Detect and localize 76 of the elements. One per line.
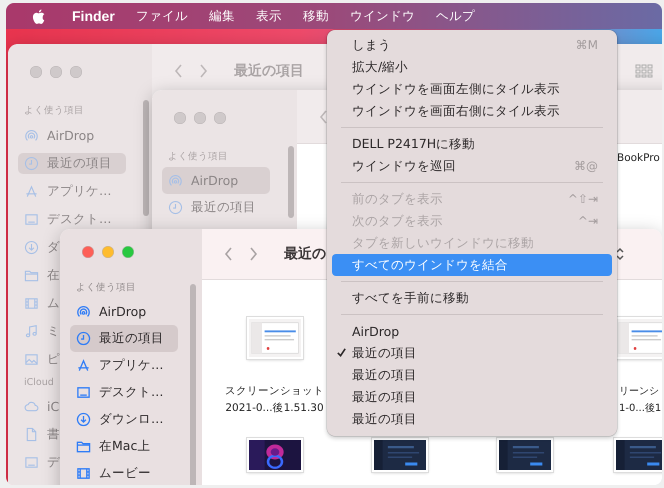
minimize-button[interactable]: [102, 246, 114, 258]
sidebar-heading: よく使う項目: [23, 104, 84, 118]
menu-bar-item[interactable]: ファイル: [136, 8, 188, 24]
menu-bar-item[interactable]: ヘルプ: [436, 8, 475, 24]
menu-item[interactable]: ウインドウを画面左側にタイル表示: [332, 78, 612, 100]
file-name: リーンシ 1-0...後1: [619, 385, 662, 416]
monitor-icon: [76, 385, 91, 400]
sidebar-heading: iCloud: [23, 376, 54, 390]
up-down-chevron-icon[interactable]: [615, 246, 625, 262]
monitor-icon: [24, 212, 39, 226]
folder-icon: [76, 439, 91, 454]
menu-item[interactable]: ウインドウを巡回 ⌘@: [332, 155, 612, 177]
back-button[interactable]: [319, 108, 329, 124]
download-icon: [76, 412, 91, 427]
zoom-button[interactable]: [214, 112, 226, 124]
scrollbar[interactable]: [288, 146, 294, 218]
film-icon: [24, 296, 39, 310]
clock-icon: [168, 200, 183, 215]
sidebar-heading: よく使う項目: [167, 150, 228, 164]
app-menu[interactable]: Finder: [72, 8, 115, 24]
sidebar-heading: よく使う項目: [75, 281, 136, 295]
sidebar-item[interactable]: ダウンロ…: [70, 406, 166, 433]
close-button[interactable]: [82, 246, 94, 258]
sidebar-item[interactable]: アプリケ…: [70, 352, 166, 379]
sidebar-item[interactable]: 最近の項目: [70, 325, 178, 352]
back-button[interactable]: [174, 62, 184, 78]
menu-item[interactable]: 最近の項目: [332, 364, 612, 386]
applications-icon: [24, 184, 39, 198]
sidebar-item[interactable]: ムービー: [70, 460, 153, 485]
music-note-icon: [24, 324, 39, 338]
back-button[interactable]: [224, 246, 234, 262]
menu-item[interactable]: 最近の項目: [332, 386, 612, 408]
menu-bar-item[interactable]: 編集: [208, 8, 235, 24]
scrollbar[interactable]: [143, 100, 149, 216]
close-button[interactable]: [30, 66, 42, 78]
folder-icon: [24, 268, 39, 282]
sidebar-item[interactable]: デスクト…: [70, 379, 166, 406]
window-title: 最近の: [284, 245, 326, 263]
menu-bar-item[interactable]: 表示: [256, 8, 282, 24]
menu-item[interactable]: すべてを手前に移動: [332, 287, 612, 309]
download-icon: [24, 240, 39, 254]
menu-item[interactable]: DELL P2417Hに移動: [332, 133, 612, 155]
apple-logo-icon[interactable]: [32, 8, 45, 24]
sidebar-item[interactable]: AirDrop: [70, 298, 148, 325]
photo-icon: [24, 352, 39, 366]
menu-item[interactable]: AirDrop: [332, 320, 612, 342]
window-title: 最近の項目: [234, 62, 304, 80]
file-name: スクリーンショット 2021-0...後1.51.30: [225, 384, 324, 416]
document-icon: [24, 426, 39, 442]
menu-bar-item[interactable]: 移動: [302, 8, 329, 24]
menu-item[interactable]: 最近の項目: [332, 342, 612, 364]
applications-icon: [76, 358, 91, 373]
airdrop-icon: [24, 128, 39, 142]
sidebar-item[interactable]: 在Mac上: [70, 433, 152, 460]
menu-item[interactable]: しまう ⌘M: [332, 34, 612, 56]
icon-view-button[interactable]: [635, 64, 653, 78]
forward-button[interactable]: [248, 246, 258, 262]
file-name: BookPro: [617, 152, 660, 164]
minimize-button[interactable]: [194, 112, 206, 124]
clock-icon: [24, 156, 39, 170]
zoom-button[interactable]: [122, 246, 134, 258]
menu-item[interactable]: 最近の項目: [332, 408, 612, 430]
monitor-icon: [24, 454, 39, 470]
menu-item[interactable]: すべてのウインドウを結合: [332, 254, 612, 276]
menu-bar-item[interactable]: ウインドウ: [350, 8, 415, 24]
film-icon: [76, 466, 91, 481]
menu-item[interactable]: ウインドウを画面右側にタイル表示: [332, 100, 612, 122]
menu-item[interactable]: 拡大/縮小: [332, 56, 612, 78]
minimize-button[interactable]: [50, 66, 62, 78]
airdrop-icon: [168, 173, 183, 188]
airdrop-icon: [76, 304, 91, 319]
zoom-button[interactable]: [70, 66, 82, 78]
sidebar-item[interactable]: ピ: [18, 348, 62, 370]
close-button[interactable]: [174, 112, 186, 124]
clock-icon: [76, 331, 91, 346]
forward-button[interactable]: [198, 62, 208, 78]
